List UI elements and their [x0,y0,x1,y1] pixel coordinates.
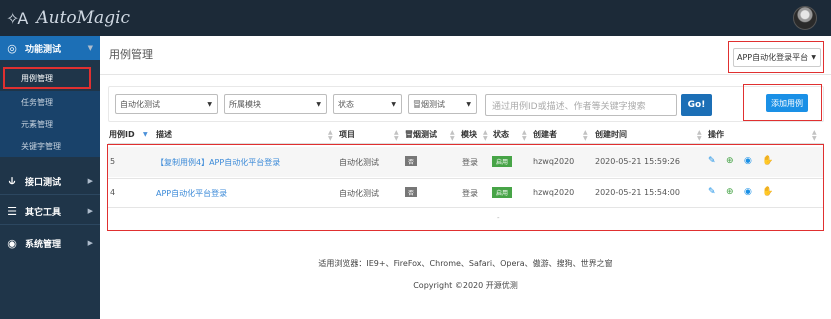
sidebar-group-label: 系统管理 [25,239,62,250]
interface-icon: ⫝ [8,174,16,187]
column-header-status[interactable]: 状态 [493,129,509,140]
tools-icon: ☰ [7,204,17,218]
column-header-id[interactable]: 用例ID [109,129,135,140]
footer-browsers: 适用浏览器：IE9+、FireFox、Chrome、Safari、Opera、傲… [318,259,613,268]
app-logo[interactable]: ✧A AutoMagic [6,5,130,31]
sidebar-subitem-label: 任务管理 [21,97,53,107]
sidebar-subitem-label: 关键字管理 [21,141,61,151]
sort-icon[interactable]: ▲ ▼ [522,130,527,142]
app-title: AutoMagic [36,8,131,28]
sort-icon[interactable]: ▲ ▼ [450,130,455,142]
sidebar-subitem-element-management[interactable]: 元素管理 [0,113,100,135]
column-header-created[interactable]: 创建时间 [595,129,627,140]
sort-icon[interactable]: ▲ ▼ [394,130,399,142]
status-select[interactable]: 状态 ▼ [333,94,402,114]
module-select[interactable]: 所属模块 ▼ [224,94,327,114]
smoke-select[interactable]: 冒烟测试 ▼ [408,94,477,114]
logo-mark-icon: ✧A [6,8,28,28]
sort-icon[interactable]: ▲ ▼ [483,130,488,142]
settings-icon: ◉ [7,236,17,250]
caret-down-icon: ▼ [207,100,212,108]
sidebar-item-system-management[interactable]: ◉ 系统管理 ▶ [0,231,100,255]
sort-icon[interactable]: ▲ ▼ [812,130,817,142]
chevron-down-icon: ▼ [87,44,93,52]
sort-icon[interactable]: ▲ ▼ [328,130,333,142]
column-header-project[interactable]: 项目 [339,129,355,140]
sidebar-item-interface-test[interactable]: ⫝ 接口测试 ▶ [0,169,100,193]
search-input[interactable]: 通过用例ID或描述、作者等关键字搜索 [485,94,677,116]
annotation-box-add [743,84,822,121]
sidebar-subitem-label: 元素管理 [21,119,53,129]
sort-desc-icon[interactable]: ▼ [143,132,148,138]
annotation-box-table [107,144,824,231]
page-title: 用例管理 [109,48,153,61]
sidebar-item-functional-test[interactable]: ◎ 功能测试 ▼ [0,36,100,60]
sidebar-group-label: 其它工具 [25,207,62,218]
sidebar-subitem-keyword-management[interactable]: 关键字管理 [0,135,100,157]
annotation-box-platform [728,41,824,73]
caret-down-icon: ▼ [316,100,321,108]
sort-icon[interactable]: ▲ ▼ [583,130,588,142]
type-select[interactable]: 自动化测试 ▼ [115,94,218,114]
footer-copyright: Copyright ©2020 开源优测 [413,281,518,290]
module-select-value: 所属模块 [229,99,261,109]
sidebar-divider [0,224,100,225]
sidebar-divider [0,194,100,195]
chevron-right-icon: ▶ [87,239,93,247]
smoke-select-value: 冒烟测试 [413,99,445,109]
sidebar-subitem-task-management[interactable]: 任务管理 [0,91,100,113]
status-select-value: 状态 [338,99,354,109]
sidebar-group-label: 接口测试 [25,177,62,188]
search-placeholder: 通过用例ID或描述、作者等关键字搜索 [492,101,646,112]
go-button[interactable]: Go! [681,94,712,116]
chevron-right-icon: ▶ [87,177,93,185]
caret-down-icon: ▼ [391,100,396,108]
target-icon: ◎ [7,41,17,55]
chevron-right-icon: ▶ [87,207,93,215]
top-bar: ✧A AutoMagic [0,0,831,36]
avatar[interactable] [793,6,817,30]
sort-icon[interactable]: ▲ ▼ [697,130,702,142]
column-header-module[interactable]: 模块 [461,129,477,140]
header-divider [100,74,831,75]
sidebar-group-label: 功能测试 [25,44,62,55]
column-header-desc[interactable]: 描述 [156,129,172,140]
annotation-box-sidebar [3,67,91,89]
column-header-actions: 操作 [708,130,724,139]
sidebar-item-other-tools[interactable]: ☰ 其它工具 ▶ [0,199,100,223]
caret-down-icon: ▼ [466,100,471,108]
column-header-creator[interactable]: 创建者 [533,129,557,140]
type-select-value: 自动化测试 [120,99,160,109]
column-header-smoke[interactable]: 冒烟测试 [405,129,437,140]
